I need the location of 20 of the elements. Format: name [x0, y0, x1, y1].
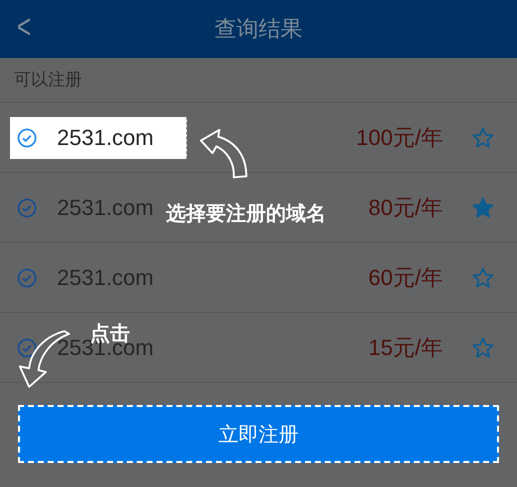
star-icon[interactable]	[471, 266, 495, 290]
star-icon[interactable]	[471, 196, 495, 220]
register-button[interactable]: 立即注册	[18, 405, 499, 463]
section-label: 可以注册	[0, 58, 517, 103]
domain-name: 2531.com	[57, 264, 154, 290]
price-text: 60元/年	[368, 264, 443, 292]
back-button[interactable]: <	[16, 8, 31, 47]
price-text: 100元/年	[356, 124, 443, 152]
domain-name: 2531.com	[57, 194, 154, 220]
price-text: 15元/年	[368, 334, 443, 362]
screen-title: 查询结果	[214, 16, 302, 44]
check-icon[interactable]	[17, 268, 37, 288]
check-icon[interactable]	[17, 128, 37, 148]
price-text: 80元/年	[368, 194, 443, 222]
star-icon[interactable]	[471, 126, 495, 150]
guide-hint: 选择要注册的域名	[166, 200, 326, 227]
check-icon[interactable]	[17, 338, 37, 358]
domain-name: 2531.com	[57, 124, 154, 150]
star-icon[interactable]	[471, 336, 495, 360]
check-icon[interactable]	[17, 198, 37, 218]
